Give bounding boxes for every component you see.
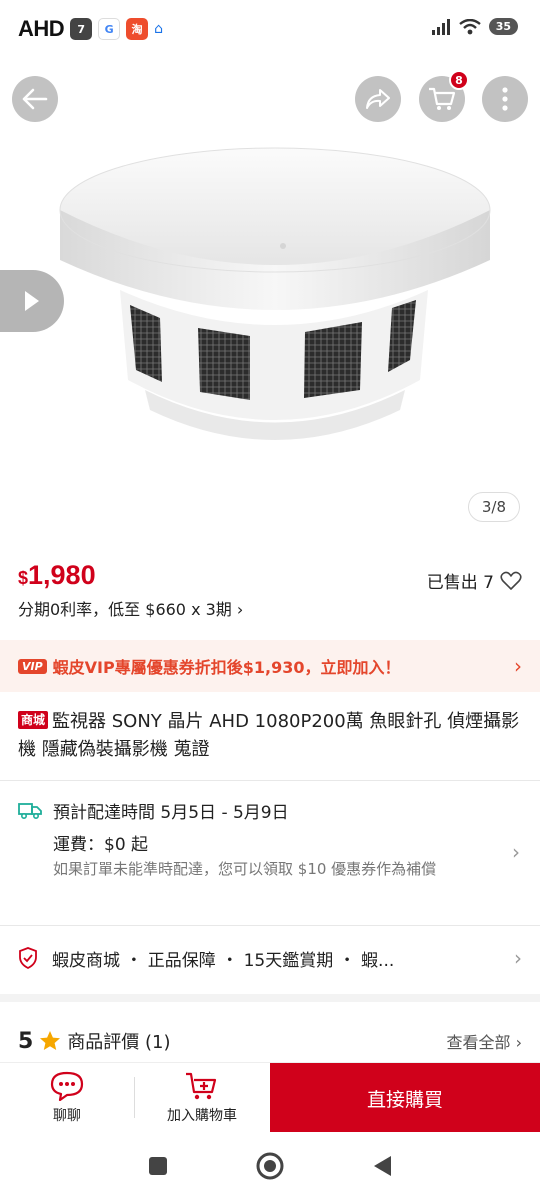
add-to-cart-icon (186, 1072, 217, 1099)
app-notification-icon: 7 (70, 18, 93, 40)
status-bar: AHD 7 G 淘 ⌂ 35 (0, 0, 540, 60)
vip-tag: VIP (18, 658, 47, 674)
product-image (59, 147, 491, 440)
mall-tag: 商城 (18, 711, 49, 729)
play-icon (25, 291, 39, 311)
more-vertical-icon (502, 87, 508, 111)
delivery-guarantee-note: 如果訂單未能準時配達，您可以領取 $10 優惠券作為補償 (53, 860, 437, 878)
chat-button[interactable]: 聊聊 (0, 1063, 134, 1132)
home-app-icon: ⌂ (154, 21, 164, 37)
shopee-notification-icon: 淘 (126, 18, 149, 40)
sold-label: 已售出 7 (426, 573, 494, 593)
shield-icon (19, 947, 37, 969)
back-nav-icon[interactable] (371, 1154, 393, 1178)
divider (0, 780, 540, 781)
chevron-right-icon: › (514, 654, 522, 678)
installment-info[interactable]: 分期0利率，低至 $660 x 3期 › (18, 596, 243, 620)
shipping-fee: 運費：$0 起 (53, 835, 149, 855)
play-video-button[interactable] (0, 270, 64, 332)
section-divider (0, 994, 540, 1002)
image-counter: 3/8 (467, 492, 520, 522)
chat-icon (50, 1071, 84, 1101)
chevron-right-icon: › (514, 946, 522, 970)
product-title: 商城 監視器 SONY 晶片 AHD 1080P200萬 魚眼針孔 偵煙攝影機 隱… (18, 708, 522, 764)
divider (0, 925, 540, 926)
see-all-reviews-link[interactable]: 查看全部 › (447, 1029, 523, 1053)
vip-promo-banner[interactable]: VIP 蝦皮VIP專屬優惠券折扣後$1,930，立即加入！ › (0, 640, 540, 692)
carrier-label: AHD (18, 16, 65, 41)
guarantee-text: 蝦皮商城 ・ 正品保障 ・ 15天鑑賞期 ・ 蝦... (52, 950, 395, 971)
status-right: 35 (431, 18, 518, 35)
more-options-button[interactable] (482, 76, 528, 122)
see-all-label: 查看全部 (446, 1033, 511, 1052)
buy-now-button[interactable]: 直接購買 (270, 1063, 540, 1133)
arrow-left-icon (22, 88, 48, 110)
add-to-cart-button[interactable]: 加入購物車 (135, 1063, 269, 1132)
cart-count-badge: 8 (449, 70, 469, 90)
battery-indicator: 35 (488, 18, 518, 35)
share-button[interactable] (355, 76, 401, 122)
add-to-cart-label: 加入購物車 (167, 1107, 237, 1124)
bottom-action-bar: 聊聊 加入購物車 直接購買 (0, 1062, 540, 1133)
chat-label: 聊聊 (53, 1107, 81, 1124)
truck-icon (18, 803, 42, 820)
heart-icon[interactable] (500, 571, 522, 591)
star-icon (40, 1031, 61, 1050)
wifi-icon (458, 18, 481, 34)
mall-guarantee-row[interactable]: 蝦皮商城 ・ 正品保障 ・ 15天鑑賞期 ・ 蝦... › (18, 928, 522, 988)
product-image-carousel[interactable]: 8 3/8 (0, 60, 540, 540)
price-amount: 1,980 (28, 560, 96, 590)
chevron-right-icon: › (512, 840, 520, 864)
vip-promo-text: 蝦皮VIP專屬優惠券折扣後$1,930，立即加入！ (52, 658, 401, 677)
product-price: $1,980 (18, 560, 96, 590)
delivery-eta: 預計配達時間 5月5日 - 5月9日 (53, 803, 289, 823)
price-row: $1,980 已售出 7 (18, 560, 522, 593)
system-nav-bar (0, 1132, 540, 1199)
home-icon[interactable] (255, 1151, 285, 1181)
status-left: AHD 7 G 淘 ⌂ (18, 16, 163, 42)
sold-count: 已售出 7 (427, 568, 522, 593)
recent-apps-icon[interactable] (147, 1155, 169, 1177)
back-button[interactable] (12, 76, 58, 122)
shipping-section[interactable]: 預計配達時間 5月5日 - 5月9日 運費：$0 起 如果訂單未能準時配達，您可… (18, 796, 522, 916)
product-title-text: 監視器 SONY 晶片 AHD 1080P200萬 魚眼針孔 偵煙攝影機 隱藏偽… (18, 711, 520, 760)
signal-icon (431, 18, 450, 35)
reviews-header[interactable]: 5 商品評價 (1) 查看全部 › (18, 1022, 522, 1060)
share-icon (366, 89, 390, 109)
rating-score: 5 (18, 1028, 34, 1054)
reviews-label: 商品評價 (1) (67, 1032, 171, 1053)
cart-icon (429, 87, 456, 110)
google-icon: G (98, 18, 121, 40)
cart-button[interactable]: 8 (419, 70, 469, 122)
price-currency: $ (18, 568, 29, 588)
